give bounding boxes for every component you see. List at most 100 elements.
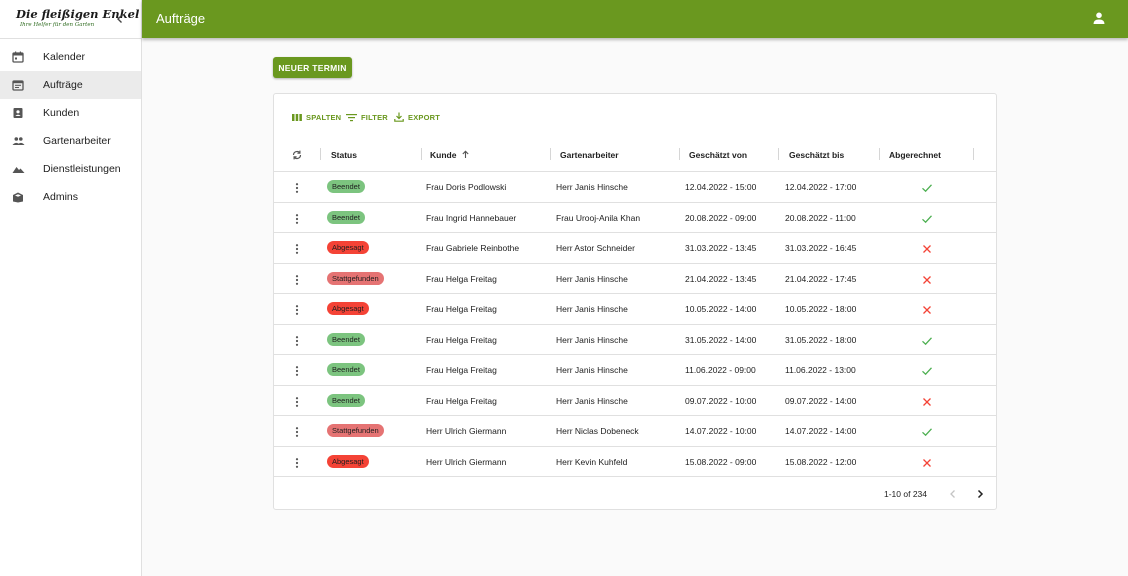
cell-estimated-to: 21.04.2022 - 17:45 <box>785 273 857 284</box>
more-vert-icon <box>295 244 299 254</box>
table-row[interactable]: Stattgefunden Herr Ulrich Giermann Herr Ni… <box>274 416 996 447</box>
cell-gardener: Herr Janis Hinsche <box>556 273 628 284</box>
pagination-label: 1-10 of 234 <box>884 489 928 499</box>
cell-gardener: Herr Janis Hinsche <box>556 304 628 314</box>
cell-estimated-from: 21.04.2022 - 13:45 <box>685 273 757 284</box>
row-menu-button[interactable] <box>291 425 303 437</box>
refresh-button[interactable] <box>291 148 304 161</box>
cell-customer: Frau Doris Podlowski <box>426 182 507 192</box>
cell-estimated-from: 20.08.2022 - 09:00 <box>685 212 757 223</box>
column-separator[interactable] <box>679 148 680 160</box>
view-column-icon <box>292 113 302 121</box>
table-row[interactable]: Beendet Frau Ingrid Hannebauer Frau Urooj-… <box>274 203 996 233</box>
cell-customer: Frau Helga Freitag <box>426 365 497 375</box>
collapse-sidebar-button[interactable] <box>111 10 129 28</box>
cell-estimated-to: 14.07.2022 - 14:00 <box>785 426 857 436</box>
arrow-up-icon <box>462 150 469 158</box>
sidebar-item-label: Dienstleistungen <box>43 163 121 175</box>
row-menu-button[interactable] <box>291 456 303 468</box>
cell-customer: Frau Helga Freitag <box>426 304 497 314</box>
sidebar-item-dienstleistungen[interactable]: Dienstleistungen <box>0 155 141 183</box>
sidebar-item-kunden[interactable]: Kunden <box>0 99 141 127</box>
row-menu-button[interactable] <box>291 242 303 254</box>
cell-customer: Frau Helga Freitag <box>426 395 497 406</box>
table-row[interactable]: Stattgefunden Frau Helga Freitag Herr Jani… <box>274 264 996 294</box>
sidebar-item-label: Gartenarbeiter <box>43 135 111 147</box>
calendar-icon <box>11 50 25 64</box>
column-separator[interactable] <box>778 148 779 160</box>
cell-customer: Frau Helga Freitag <box>426 273 497 284</box>
cell-estimated-from: 12.04.2022 - 15:00 <box>685 182 757 192</box>
column-header-gartenarbeiter[interactable]: Gartenarbeiter <box>560 150 619 160</box>
account-button[interactable] <box>1092 11 1108 27</box>
row-menu-button[interactable] <box>291 212 303 224</box>
previous-page-button[interactable] <box>947 487 959 499</box>
status-badge: Beendet <box>327 363 365 376</box>
filter-icon <box>346 113 357 121</box>
more-vert-icon <box>295 366 299 376</box>
cell-customer: Frau Ingrid Hannebauer <box>426 212 517 223</box>
logo: Die fleißigen Enkel Ihre Helfer für den … <box>0 0 141 39</box>
table-row[interactable]: Abgesagt Frau Helga Freitag Herr Janis Hin… <box>274 294 996 325</box>
columns-button[interactable]: SPALTEN <box>292 111 341 123</box>
sidebar-item-auftraege[interactable]: Aufträge <box>0 71 141 99</box>
cell-estimated-from: 15.08.2022 - 09:00 <box>685 456 757 467</box>
table-row[interactable]: Abgesagt Frau Gabriele Reinbothe Herr Asto… <box>274 233 996 264</box>
export-button[interactable]: EXPORT <box>394 111 440 123</box>
status-badge: Beendet <box>327 180 365 193</box>
column-separator[interactable] <box>421 148 422 160</box>
row-menu-button[interactable] <box>291 181 303 193</box>
download-icon <box>394 112 404 122</box>
status-badge: Beendet <box>327 393 365 407</box>
more-vert-icon <box>295 335 299 346</box>
row-menu-button[interactable] <box>291 273 303 285</box>
new-appointment-button[interactable]: NEUER TERMIN <box>273 57 352 78</box>
cell-estimated-from: 09.07.2022 - 10:00 <box>685 395 757 406</box>
cell-estimated-to: 31.05.2022 - 18:00 <box>785 334 857 345</box>
column-header-geschaetzt-von[interactable]: Geschätzt von <box>689 150 747 160</box>
status-badge: Beendet <box>327 332 365 346</box>
sidebar-item-kalender[interactable]: Kalender <box>0 43 141 71</box>
contact-card-icon <box>11 106 25 120</box>
close-icon <box>921 395 933 407</box>
more-vert-icon <box>295 213 299 224</box>
column-header-geschaetzt-bis[interactable]: Geschätzt bis <box>789 150 844 160</box>
check-icon <box>921 364 933 376</box>
check-icon <box>921 212 933 224</box>
cell-customer: Frau Gabriele Reinbothe <box>426 243 520 253</box>
person-icon <box>1093 12 1105 24</box>
check-icon <box>921 181 933 193</box>
filter-button[interactable]: FILTER <box>346 111 388 123</box>
status-badge: Abgesagt <box>327 302 369 315</box>
row-menu-button[interactable] <box>291 364 303 376</box>
table-row[interactable]: Beendet Frau Doris Podlowski Herr Janis Hi… <box>274 172 996 203</box>
column-header-status[interactable]: Status <box>331 150 357 160</box>
table-row[interactable]: Beendet Frau Helga Freitag Herr Janis Hins… <box>274 355 996 386</box>
chevron-left-icon <box>117 15 122 23</box>
more-vert-icon <box>295 305 299 315</box>
column-separator[interactable] <box>550 148 551 160</box>
table-row[interactable]: Beendet Frau Helga Freitag Herr Janis Hins… <box>274 325 996 355</box>
columns-label: SPALTEN <box>306 112 342 122</box>
column-header-abgerechnet[interactable]: Abgerechnet <box>889 150 941 160</box>
more-vert-icon <box>295 396 299 407</box>
cell-estimated-to: 12.04.2022 - 17:00 <box>785 182 857 192</box>
row-menu-button[interactable] <box>291 395 303 407</box>
row-menu-button[interactable] <box>291 334 303 346</box>
status-badge: Stattgefunden <box>327 271 384 285</box>
column-header-kunde[interactable]: Kunde <box>430 150 470 160</box>
sidebar-item-label: Aufträge <box>43 79 83 91</box>
row-menu-button[interactable] <box>291 303 303 315</box>
column-separator[interactable] <box>973 148 974 160</box>
column-separator[interactable] <box>879 148 880 160</box>
event-note-icon <box>11 78 25 92</box>
close-icon <box>921 242 933 254</box>
sidebar-item-admins[interactable]: Admins <box>0 183 141 211</box>
close-icon <box>921 303 933 315</box>
column-separator[interactable] <box>320 148 321 160</box>
next-page-button[interactable] <box>974 487 986 499</box>
table-row[interactable]: Beendet Frau Helga Freitag Herr Janis Hins… <box>274 386 996 416</box>
sidebar-item-gartenarbeiter[interactable]: Gartenarbeiter <box>0 127 141 155</box>
table-row[interactable]: Abgesagt Herr Ulrich Giermann Herr Kevin K… <box>274 447 996 477</box>
landscape-icon <box>11 162 25 176</box>
